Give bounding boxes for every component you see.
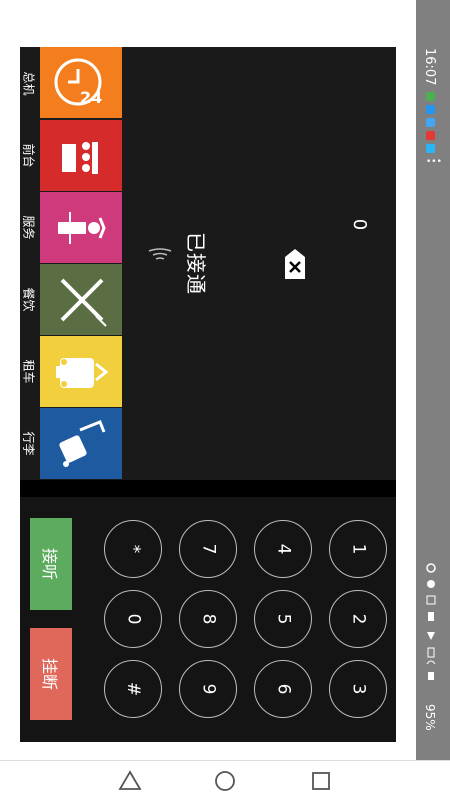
key-0[interactable]: 0 (104, 590, 162, 648)
luggage-icon (59, 420, 106, 467)
key-4[interactable]: 4 (254, 520, 312, 578)
call-status: 已接通 (184, 232, 208, 295)
svg-text:24: 24 (80, 88, 102, 107)
key-6[interactable]: 6 (254, 660, 312, 718)
key-9[interactable]: 9 (179, 660, 237, 718)
message-icon (426, 92, 435, 101)
backspace-button[interactable] (283, 247, 307, 281)
category-label[interactable]: 行李 (20, 407, 38, 479)
key-star[interactable]: * (104, 520, 162, 578)
status-time: 16:07 (422, 48, 437, 86)
fork-knife-icon (60, 278, 107, 327)
app-icon (426, 105, 435, 114)
key-7[interactable]: 7 (179, 520, 237, 578)
cloud-icon (426, 144, 435, 153)
circle-home-icon (215, 771, 235, 791)
dialed-number: 0 (349, 218, 371, 231)
notification-icons: ••• (426, 92, 442, 167)
key-5[interactable]: 5 (254, 590, 312, 648)
category-label[interactable]: 总机 (20, 47, 38, 119)
triangle-back-icon (118, 770, 142, 790)
key-hash[interactable]: # (104, 660, 162, 718)
navigation-bar (0, 760, 450, 801)
clock-24-icon: 24 (54, 58, 102, 107)
key-3[interactable]: 3 (329, 660, 387, 718)
notification-icon (426, 131, 435, 140)
key-8[interactable]: 8 (179, 590, 237, 648)
taxi-icon (56, 358, 109, 388)
category-tile-dining[interactable] (40, 264, 122, 335)
connected-signal-icon (142, 246, 178, 280)
answer-button[interactable]: 接听 (30, 518, 72, 610)
category-tile-car-rental[interactable] (40, 336, 122, 407)
category-label[interactable]: 服务 (20, 191, 38, 263)
hangup-button[interactable]: 挂断 (30, 628, 72, 720)
category-tile-front-desk[interactable] (40, 120, 122, 191)
category-label[interactable]: 前台 (20, 119, 38, 191)
key-2[interactable]: 2 (329, 590, 387, 648)
recents-button[interactable] (309, 769, 333, 793)
category-tile-service[interactable] (40, 192, 122, 263)
more-icon: ••• (426, 157, 442, 167)
key-1[interactable]: 1 (329, 520, 387, 578)
home-button[interactable] (213, 769, 237, 793)
category-tile-switchboard[interactable]: 24 (40, 47, 122, 118)
attendant-icon (58, 212, 106, 244)
browser-icon (426, 118, 435, 127)
backspace-icon (285, 249, 305, 279)
back-button[interactable] (118, 769, 142, 793)
battery-level: 95% (423, 704, 437, 731)
category-label[interactable]: 租车 (20, 335, 38, 407)
category-label[interactable]: 餐饮 (20, 263, 38, 335)
category-tile-luggage[interactable] (40, 408, 122, 479)
square-recents-icon (312, 772, 330, 790)
front-desk-icon (62, 142, 98, 174)
signal-icons (426, 562, 436, 685)
